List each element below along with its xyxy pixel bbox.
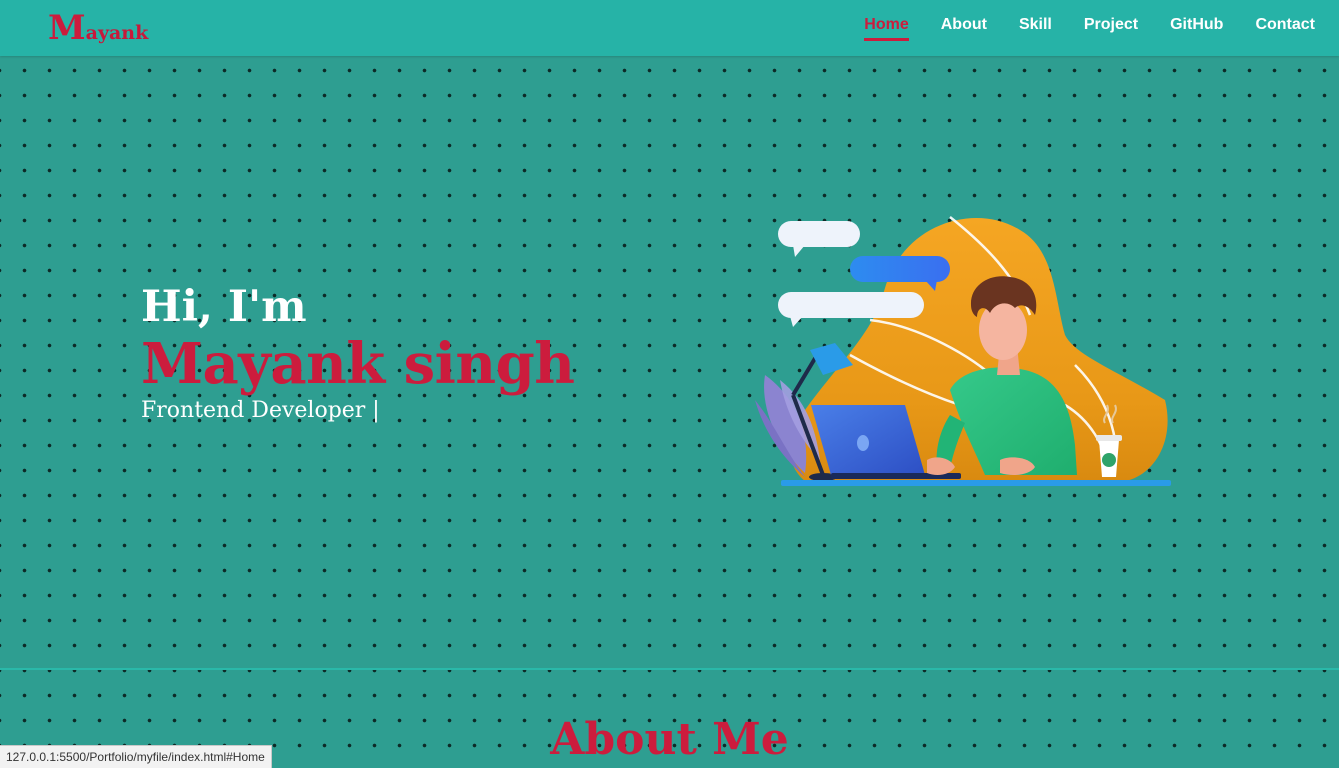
navbar: Mayank Home About Skill Project GitHub C… [0, 0, 1339, 56]
brand-logo[interactable]: Mayank [48, 8, 148, 48]
nav-item-about[interactable]: About [941, 16, 987, 41]
browser-status-url: 127.0.0.1:5500/Portfolio/myfile/index.ht… [0, 745, 272, 768]
nav-item-skill[interactable]: Skill [1019, 16, 1052, 41]
brand-initial: M [48, 8, 86, 48]
nav-item-home[interactable]: Home [864, 16, 909, 41]
brand-rest: ayank [85, 22, 149, 44]
hero-role: Frontend Developer | [141, 398, 380, 423]
hero-name: Mayank singh [141, 331, 575, 397]
hero-section: Hi, I'm Mayank singh Frontend Developer … [141, 282, 575, 426]
desk-surface [781, 480, 1171, 486]
developer-illustration [755, 216, 1171, 486]
hero-greeting: Hi, I'm [141, 282, 307, 332]
nav-menu: Home About Skill Project GitHub Contact [864, 16, 1315, 41]
nav-item-project[interactable]: Project [1084, 16, 1138, 41]
nav-item-github[interactable]: GitHub [1170, 16, 1223, 41]
nav-item-contact[interactable]: Contact [1255, 16, 1315, 41]
section-divider [0, 668, 1339, 670]
